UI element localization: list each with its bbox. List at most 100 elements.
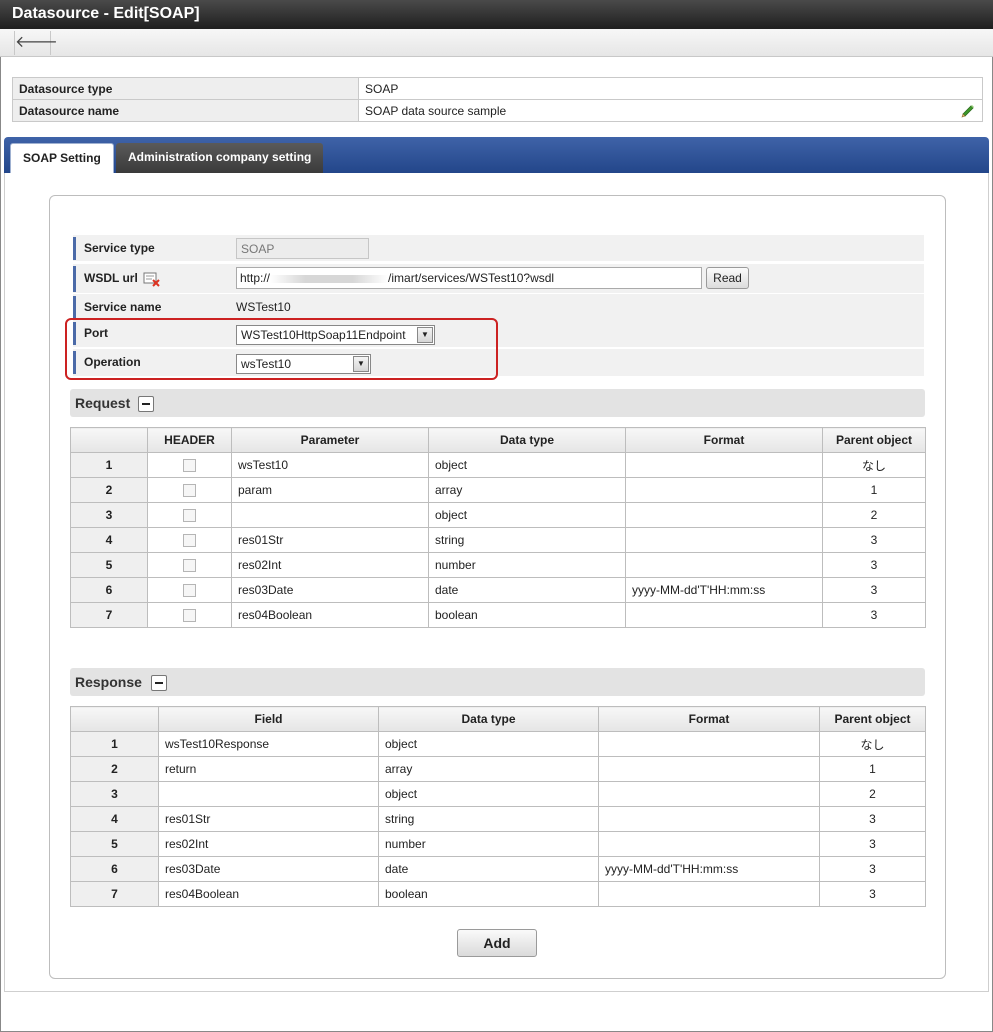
table-row: 5 res02Int number 3 xyxy=(70,552,926,578)
table-row: 6 res03Date date yyyy-MM-dd'T'HH:mm:ss 3 xyxy=(70,856,926,882)
header-cell xyxy=(147,577,232,603)
divider xyxy=(4,991,989,992)
format-cell xyxy=(625,502,823,528)
wsdl-url-input[interactable]: http:// /imart/services/WSTest10?wsdl xyxy=(236,267,702,289)
info-value-cell: SOAP data source sample xyxy=(358,99,983,122)
header-cell xyxy=(147,527,232,553)
column-header xyxy=(70,427,148,453)
format-cell: yyyy-MM-dd'T'HH:mm:ss xyxy=(625,577,823,603)
row-marker xyxy=(73,296,76,319)
row-number: 5 xyxy=(70,831,159,857)
parameter-cell: res02Int xyxy=(231,552,429,578)
header-checkbox[interactable] xyxy=(183,484,196,498)
wsdl-url-row: WSDL url http:// /imart/services/WSTest10… xyxy=(73,264,924,294)
response-section-header: Response xyxy=(70,668,925,696)
datatype-cell: array xyxy=(428,477,626,503)
row-number: 2 xyxy=(70,477,148,503)
format-cell xyxy=(625,552,823,578)
request-section-header: Request xyxy=(70,389,925,417)
parent-cell: 3 xyxy=(819,806,926,832)
redacted-host xyxy=(270,274,389,283)
datatype-cell: date xyxy=(378,856,599,882)
column-header: Parameter xyxy=(231,427,429,453)
datatype-cell: number xyxy=(428,552,626,578)
service-type-field: SOAP xyxy=(236,238,369,259)
format-cell xyxy=(625,477,823,503)
clear-url-icon[interactable] xyxy=(143,271,161,287)
row-number: 4 xyxy=(70,527,148,553)
parameter-cell: res03Date xyxy=(231,577,429,603)
collapse-icon[interactable] xyxy=(138,396,154,412)
response-title: Response xyxy=(75,674,142,690)
left-arrow-icon: 🡐 xyxy=(15,34,58,51)
tab-administration-company-setting[interactable]: Administration company setting xyxy=(116,143,324,173)
datatype-cell: boolean xyxy=(378,881,599,907)
parent-cell: なし xyxy=(819,731,926,757)
parameter-cell: res01Str xyxy=(231,527,429,553)
row-number: 3 xyxy=(70,502,148,528)
format-cell xyxy=(625,602,823,628)
header-checkbox[interactable] xyxy=(183,509,196,523)
header-cell xyxy=(147,602,232,628)
column-header: HEADER xyxy=(147,427,232,453)
info-label: Datasource type xyxy=(12,77,359,100)
service-type-label: Service type xyxy=(84,241,155,255)
add-button[interactable]: Add xyxy=(457,929,537,957)
back-button[interactable]: 🡐 xyxy=(14,31,58,55)
row-number: 1 xyxy=(70,731,159,757)
parameter-cell: param xyxy=(231,477,429,503)
format-cell xyxy=(598,756,820,782)
header-checkbox[interactable] xyxy=(183,534,196,548)
header-checkbox[interactable] xyxy=(183,559,196,573)
datasource-info-table: Datasource type SOAP Datasource name SOA… xyxy=(12,77,983,122)
datatype-cell: object xyxy=(378,781,599,807)
collapse-icon[interactable] xyxy=(151,675,167,691)
table-row: 3 object 2 xyxy=(70,781,926,807)
header-checkbox[interactable] xyxy=(183,459,196,473)
format-cell xyxy=(598,831,820,857)
format-cell xyxy=(598,781,820,807)
table-row: 6 res03Date date yyyy-MM-dd'T'HH:mm:ss 3 xyxy=(70,577,926,603)
datatype-cell: string xyxy=(428,527,626,553)
pencil-icon[interactable] xyxy=(960,103,976,119)
parent-cell: なし xyxy=(822,452,926,478)
info-value: SOAP xyxy=(358,77,983,100)
row-number: 6 xyxy=(70,577,148,603)
field-cell: res01Str xyxy=(158,806,379,832)
parent-cell: 1 xyxy=(822,477,926,503)
parent-cell: 3 xyxy=(819,856,926,882)
row-marker xyxy=(73,266,76,292)
read-button[interactable]: Read xyxy=(706,267,749,289)
column-header: Parent object xyxy=(819,706,926,732)
header-cell xyxy=(147,552,232,578)
table-row: 7 res04Boolean boolean 3 xyxy=(70,602,926,628)
field-cell xyxy=(158,781,379,807)
format-cell xyxy=(598,881,820,907)
info-row: Datasource type SOAP xyxy=(12,77,983,100)
table-row: 4 res01Str string 3 xyxy=(70,527,926,553)
column-header: Parent object xyxy=(822,427,926,453)
table-row: 4 res01Str string 3 xyxy=(70,806,926,832)
header-checkbox[interactable] xyxy=(183,609,196,623)
table-row: 1 wsTest10 object なし xyxy=(70,452,926,478)
format-cell: yyyy-MM-dd'T'HH:mm:ss xyxy=(598,856,820,882)
row-number: 7 xyxy=(70,881,159,907)
window-title: Datasource - Edit[SOAP] xyxy=(0,0,993,29)
response-header-row: Field Data type Format Parent object xyxy=(70,706,926,732)
row-number: 1 xyxy=(70,452,148,478)
request-title: Request xyxy=(75,395,131,411)
request-header-row: HEADER Parameter Data type Format Parent… xyxy=(70,427,926,453)
url-prefix: http:// xyxy=(240,271,271,285)
parameter-cell: res04Boolean xyxy=(231,602,429,628)
parent-cell: 2 xyxy=(822,502,926,528)
header-checkbox[interactable] xyxy=(183,584,196,598)
toolbar: 🡐 xyxy=(0,29,993,57)
row-number: 3 xyxy=(70,781,159,807)
parent-cell: 3 xyxy=(822,602,926,628)
tab-soap-setting[interactable]: SOAP Setting xyxy=(10,143,114,173)
column-header: Field xyxy=(158,706,379,732)
datatype-cell: date xyxy=(428,577,626,603)
info-label: Datasource name xyxy=(12,99,359,122)
header-cell xyxy=(147,452,232,478)
info-value: SOAP data source sample xyxy=(365,103,507,118)
